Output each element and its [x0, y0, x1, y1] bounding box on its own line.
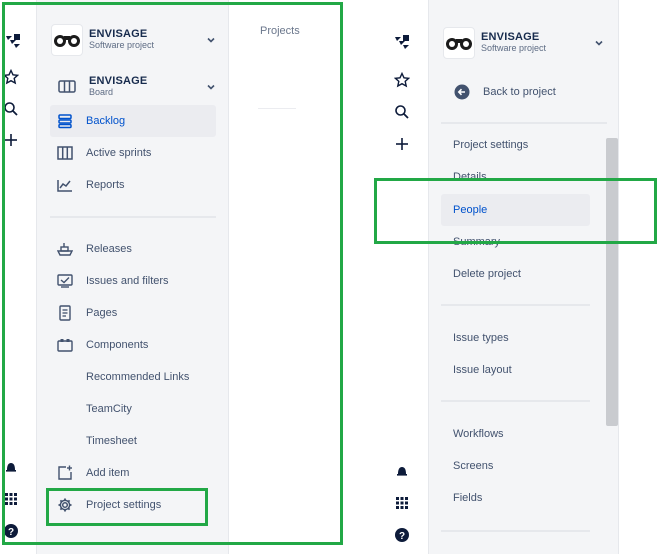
project-name: ENVISAGE [481, 31, 540, 43]
sidebar-item-label: Active sprints [86, 147, 152, 159]
components-icon [56, 336, 74, 354]
backlog-icon [56, 112, 74, 130]
reports-icon [56, 176, 74, 194]
search-icon[interactable] [391, 101, 413, 123]
sidebar-item-issues-and-filters[interactable]: Issues and filters [50, 265, 216, 297]
sidebar-item-label: Add item [86, 467, 130, 479]
project-sidebar: ENVISAGE Software project ENVISAGE Board… [36, 0, 228, 554]
sidebar-item-label: Project settings [86, 499, 162, 511]
breadcrumb-projects[interactable]: Projects [260, 25, 300, 37]
sidebar-item-label: Timesheet [86, 435, 137, 447]
settings-section-title: Project settings [453, 139, 529, 151]
project-header[interactable]: ENVISAGE Software project [51, 24, 217, 56]
gear-icon [56, 496, 74, 514]
help-icon[interactable]: ? [0, 520, 22, 542]
app-switcher-icon[interactable] [0, 488, 22, 510]
sidebar-item-label: Pages [86, 307, 118, 319]
jira-logo-icon[interactable] [391, 31, 413, 53]
sidebar-item-label: Reports [86, 179, 125, 191]
chevron-down-icon[interactable] [205, 81, 217, 93]
board-name: ENVISAGE [89, 75, 148, 87]
sidebar-scrollbar-thumb[interactable] [606, 138, 618, 426]
settings-divider [441, 400, 590, 402]
settings-item-issue-types[interactable]: Issue types [441, 322, 591, 354]
sidebar-item-teamcity[interactable]: TeamCity [50, 393, 216, 425]
create-plus-icon[interactable] [391, 133, 413, 155]
settings-item-issue-layout[interactable]: Issue layout [441, 354, 591, 386]
sidebar-item-releases[interactable]: Releases [50, 233, 216, 265]
active-sprints-icon [56, 144, 74, 162]
sidebar-item-recommended-links[interactable]: Recommended Links [50, 361, 216, 393]
jira-logo-icon[interactable] [2, 30, 24, 52]
star-icon[interactable] [0, 66, 22, 88]
project-avatar [443, 27, 475, 59]
project-type: Software project [481, 43, 547, 53]
left-screenshot-panel: ? ENVISAGE Software project ENVISAGE Boa… [0, 0, 345, 554]
back-arrow-icon [453, 83, 471, 101]
issues-icon [56, 272, 74, 290]
project-header[interactable]: ENVISAGE Software project [443, 27, 605, 59]
search-icon[interactable] [0, 98, 22, 120]
settings-item-fields[interactable]: Fields [441, 482, 591, 514]
sidebar-item-add-item[interactable]: Add item [50, 457, 216, 489]
notifications-icon[interactable] [0, 456, 22, 478]
project-name: ENVISAGE [89, 28, 148, 40]
help-icon[interactable]: ? [391, 524, 413, 546]
board-switcher[interactable]: ENVISAGE Board [51, 76, 217, 98]
project-avatar [51, 24, 83, 56]
sidebar-item-reports[interactable]: Reports [50, 169, 216, 201]
board-type: Board [89, 87, 114, 97]
sidebar-item-timesheet[interactable]: Timesheet [50, 425, 216, 457]
settings-item-details[interactable]: Details [441, 161, 591, 193]
sidebar-item-label: Components [86, 339, 149, 351]
board-icon [51, 79, 83, 95]
sidebar-item-label: Recommended Links [86, 371, 190, 383]
settings-item-summary[interactable]: Summary [441, 226, 591, 258]
main-content [228, 0, 345, 554]
settings-divider [441, 122, 607, 124]
svg-text:?: ? [399, 531, 405, 542]
sidebar-item-label: Releases [86, 243, 132, 255]
settings-item-screens[interactable]: Screens [441, 450, 591, 482]
settings-item-people[interactable]: People [441, 194, 590, 226]
notifications-icon[interactable] [391, 460, 413, 482]
sidebar-item-backlog[interactable]: Backlog [50, 105, 216, 137]
sidebar-divider [50, 216, 216, 218]
global-nav: ? [376, 0, 428, 554]
add-item-icon [56, 464, 74, 482]
binoculars-icon [54, 35, 80, 47]
main-content [618, 0, 662, 554]
back-to-project-label: Back to project [483, 86, 556, 98]
project-type: Software project [89, 40, 155, 50]
back-to-project-link[interactable]: Back to project [441, 76, 591, 108]
chevron-down-icon[interactable] [205, 34, 217, 46]
sidebar-item-pages[interactable]: Pages [50, 297, 216, 329]
sidebar-item-active-sprints[interactable]: Active sprints [50, 137, 216, 169]
settings-item-delete-project[interactable]: Delete project [441, 258, 591, 290]
app-switcher-icon[interactable] [391, 492, 413, 514]
chevron-down-icon[interactable] [593, 37, 605, 49]
page-icon [56, 304, 74, 322]
sidebar-item-components[interactable]: Components [50, 329, 216, 361]
settings-divider [441, 304, 590, 306]
create-plus-icon[interactable] [0, 129, 22, 151]
star-icon[interactable] [391, 69, 413, 91]
sidebar-item-label: TeamCity [86, 403, 132, 415]
content-divider [258, 108, 296, 109]
settings-divider [441, 530, 590, 532]
sidebar-item-label: Backlog [86, 115, 126, 127]
ship-icon [56, 240, 74, 258]
sidebar-item-label: Issues and filters [86, 275, 169, 287]
svg-text:?: ? [8, 527, 14, 538]
settings-item-workflows[interactable]: Workflows [441, 418, 591, 450]
binoculars-icon [446, 38, 472, 50]
sidebar-item-project-settings[interactable]: Project settings [50, 489, 216, 521]
global-nav: ? [0, 0, 36, 554]
